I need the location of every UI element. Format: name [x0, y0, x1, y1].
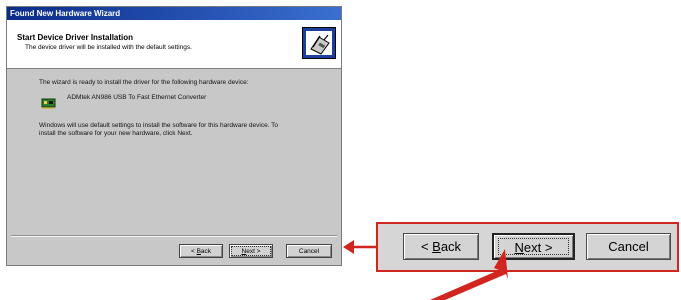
back-button-rest: ack: [200, 248, 212, 255]
device-name: ADMtek AN986 USB To Fast Ethernet Conver…: [67, 94, 207, 101]
header-subtitle: The device driver will be installed with…: [25, 44, 192, 51]
callout-back-key: B: [432, 239, 441, 254]
wizard-header: Start Device Driver Installation The dev…: [7, 20, 341, 69]
callout-cancel-button[interactable]: Cancel: [586, 233, 671, 260]
wizard-dialog: Found New Hardware Wizard Start Device D…: [6, 6, 342, 266]
title-bar: Found New Hardware Wizard: [7, 7, 341, 20]
callout-next-button[interactable]: Next >: [492, 233, 575, 260]
callout-arrow-icon: [343, 240, 376, 254]
callout-next-label: Next >: [515, 240, 553, 255]
callout-back-button[interactable]: < Back: [403, 233, 479, 260]
window-title: Found New Hardware Wizard: [10, 9, 121, 18]
network-card-icon: [41, 98, 56, 109]
instructions-line-2: install the software for your new hardwa…: [39, 130, 193, 137]
back-button[interactable]: < Back: [179, 244, 223, 258]
instructions-line-1: Windows will use default settings to ins…: [39, 122, 279, 129]
footer-divider: [11, 235, 337, 237]
next-button[interactable]: Next >: [229, 244, 273, 258]
wizard-hardware-icon: [302, 27, 336, 59]
instructions-text: Windows will use default settings to ins…: [39, 122, 319, 138]
callout-next-key: N: [514, 240, 524, 255]
header-title: Start Device Driver Installation: [17, 33, 134, 42]
callout-back-prefix: <: [420, 239, 433, 254]
next-button-rest: ext >: [246, 248, 261, 255]
zoom-callout: < Back Next > Cancel: [376, 222, 679, 272]
callout-back-rest: ack: [440, 239, 462, 254]
callout-next-rest: ext >: [523, 240, 553, 255]
intro-text: The wizard is ready to install the drive…: [39, 79, 249, 86]
cancel-button[interactable]: Cancel: [286, 244, 332, 258]
